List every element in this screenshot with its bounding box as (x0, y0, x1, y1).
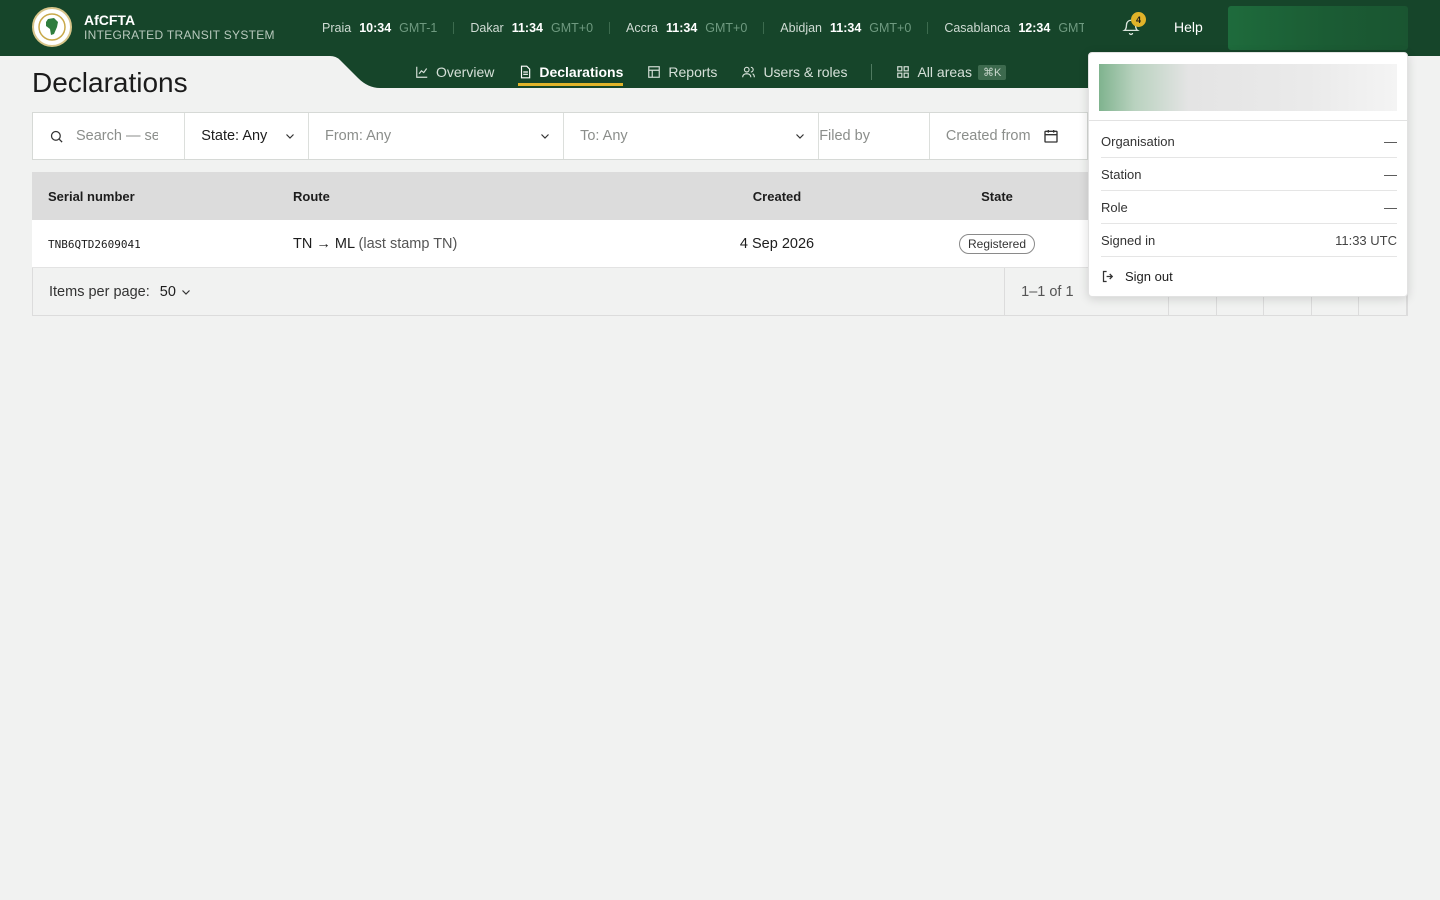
clock-time: 11:34 (830, 21, 862, 35)
created-from-input[interactable]: Created from (930, 113, 1087, 159)
app-name: AfCFTA (84, 11, 136, 28)
column-header-created[interactable]: Created (677, 189, 877, 204)
clock-casablanca: Casablanca 12:34 GMT+1 (928, 21, 1084, 35)
state-select[interactable]: State: Any (185, 113, 309, 159)
clock-abidjan: Abidjan 11:34 GMT+0 (764, 21, 929, 35)
column-header-route[interactable]: Route (277, 189, 677, 204)
route-main: TN → ML (293, 235, 355, 252)
tab-label: Declarations (539, 64, 624, 80)
tab-declarations[interactable]: Declarations (518, 56, 624, 88)
route-last-stamp: (last stamp TN) (358, 235, 458, 252)
role-label: Role (1101, 199, 1128, 215)
grid-icon (897, 66, 910, 78)
tab-label: Users & roles (763, 64, 848, 80)
clock-time: 12:34 (1018, 21, 1051, 35)
tab-reports[interactable]: Reports (647, 56, 717, 88)
items-per-page-label: Items per page: (49, 283, 150, 300)
document-icon (521, 65, 531, 79)
top-bar: AfCFTA INTEGRATED TRANSIT SYSTEM Praia 1… (0, 0, 1440, 56)
clock-zone: GMT+0 (705, 21, 748, 35)
column-header-state[interactable]: State (877, 189, 1117, 204)
clock-city: Praia (322, 21, 352, 35)
station-value: — (1384, 166, 1397, 182)
signed-in-value: 11:33 UTC (1335, 232, 1397, 248)
organisation-label: Organisation (1101, 133, 1175, 149)
chevron-down-icon (541, 134, 550, 139)
clock-zone: GMT+0 (869, 21, 912, 35)
tab-overview[interactable]: Overview (415, 56, 494, 88)
column-header-serial[interactable]: Serial number (32, 189, 277, 204)
clock-time: 11:34 (665, 21, 698, 35)
role-value: — (1384, 199, 1397, 215)
users-icon (742, 66, 756, 78)
clock-zone: GMT+0 (551, 21, 594, 35)
filter-bar: Search — se State: Any From: Any To: Any… (32, 112, 1088, 160)
chevron-down-icon (181, 289, 190, 295)
to-select-value: To: Any (580, 128, 628, 144)
clock-city: Casablanca (944, 21, 1011, 35)
sign-out-icon (1102, 270, 1114, 282)
items-per-page: Items per page: 50 (33, 268, 1006, 315)
state-select-value: State: Any (201, 128, 268, 144)
clock-accra: Accra 11:34 GMT+0 (610, 21, 765, 35)
clock-time: 11:34 (511, 21, 543, 35)
station-row: Station — (1101, 158, 1397, 191)
role-row: Role — (1101, 191, 1397, 224)
clock-city: Dakar (470, 21, 504, 35)
clock-time: 10:34 (359, 21, 392, 35)
calendar-icon (1043, 130, 1058, 143)
user-menu: Organisation — Station — Role — Signed i… (1088, 52, 1408, 297)
signed-in-label: Signed in (1101, 232, 1156, 248)
keyboard-shortcut: ⌘K (977, 64, 1007, 80)
clock-zone: GMT-1 (399, 21, 438, 35)
table-icon (648, 66, 661, 78)
status-badge: Registered (958, 233, 1036, 254)
clock-praia: Praia 10:34 GMT-1 (318, 21, 455, 35)
filed-by-input[interactable]: Filed by (819, 113, 930, 159)
clock-dakar: Dakar 11:34 GMT+0 (454, 21, 611, 35)
chart-line-icon (416, 66, 428, 78)
page-title: Declarations (32, 67, 188, 98)
organisation-value: — (1384, 133, 1397, 149)
chevron-down-icon (286, 134, 294, 139)
clock-zone: GMT+1 (1058, 21, 1084, 35)
filed-by-placeholder: Filed by (819, 128, 870, 144)
app-subtitle: INTEGRATED TRANSIT SYSTEM (84, 27, 275, 42)
search-placeholder: Search — se (76, 128, 158, 144)
search-icon (50, 130, 63, 143)
world-clocks: Praia 10:34 GMT-1 Dakar 11:34 GMT+0 Accr… (318, 0, 1084, 56)
created-date: 4 Sep 2026 (739, 235, 815, 252)
afcfta-logo-icon (32, 7, 72, 47)
tab-label: Reports (668, 64, 718, 80)
organisation-row: Organisation — (1101, 125, 1397, 158)
sign-out-button[interactable]: Sign out (1101, 262, 1173, 290)
from-select[interactable]: From: Any (309, 113, 565, 159)
tab-label: Overview (436, 64, 495, 80)
station-label: Station (1101, 166, 1142, 182)
tab-users-roles[interactable]: Users & roles (741, 56, 847, 88)
items-per-page-select[interactable]: 50 (160, 284, 176, 300)
chevron-down-icon (796, 134, 805, 139)
main-nav: Overview Declarations Reports Users & ro… (415, 56, 1030, 88)
divider (1089, 120, 1407, 121)
clock-city: Accra (626, 21, 658, 35)
search-input[interactable]: Search — se (33, 113, 186, 159)
to-select[interactable]: To: Any (564, 113, 820, 159)
signed-in-row: Signed in 11:33 UTC (1101, 224, 1397, 257)
from-select-value: From: Any (325, 128, 392, 144)
user-menu-button[interactable] (1228, 6, 1408, 50)
all-areas-label: All areas (917, 64, 972, 80)
sign-out-label: Sign out (1125, 268, 1173, 284)
tab-divider (871, 64, 873, 80)
serial-number: TNB6QTD2609041 (48, 237, 141, 251)
all-areas-button[interactable]: All areas ⌘K (896, 56, 1007, 88)
help-link[interactable]: Help (1174, 19, 1203, 35)
created-from-placeholder: Created from (945, 128, 1031, 144)
notification-count-badge: 4 (1131, 12, 1146, 27)
notifications-button[interactable]: 4 (1120, 12, 1146, 38)
clock-city: Abidjan (780, 21, 822, 35)
user-menu-header (1099, 64, 1397, 111)
brand[interactable]: AfCFTA INTEGRATED TRANSIT SYSTEM (32, 7, 275, 47)
